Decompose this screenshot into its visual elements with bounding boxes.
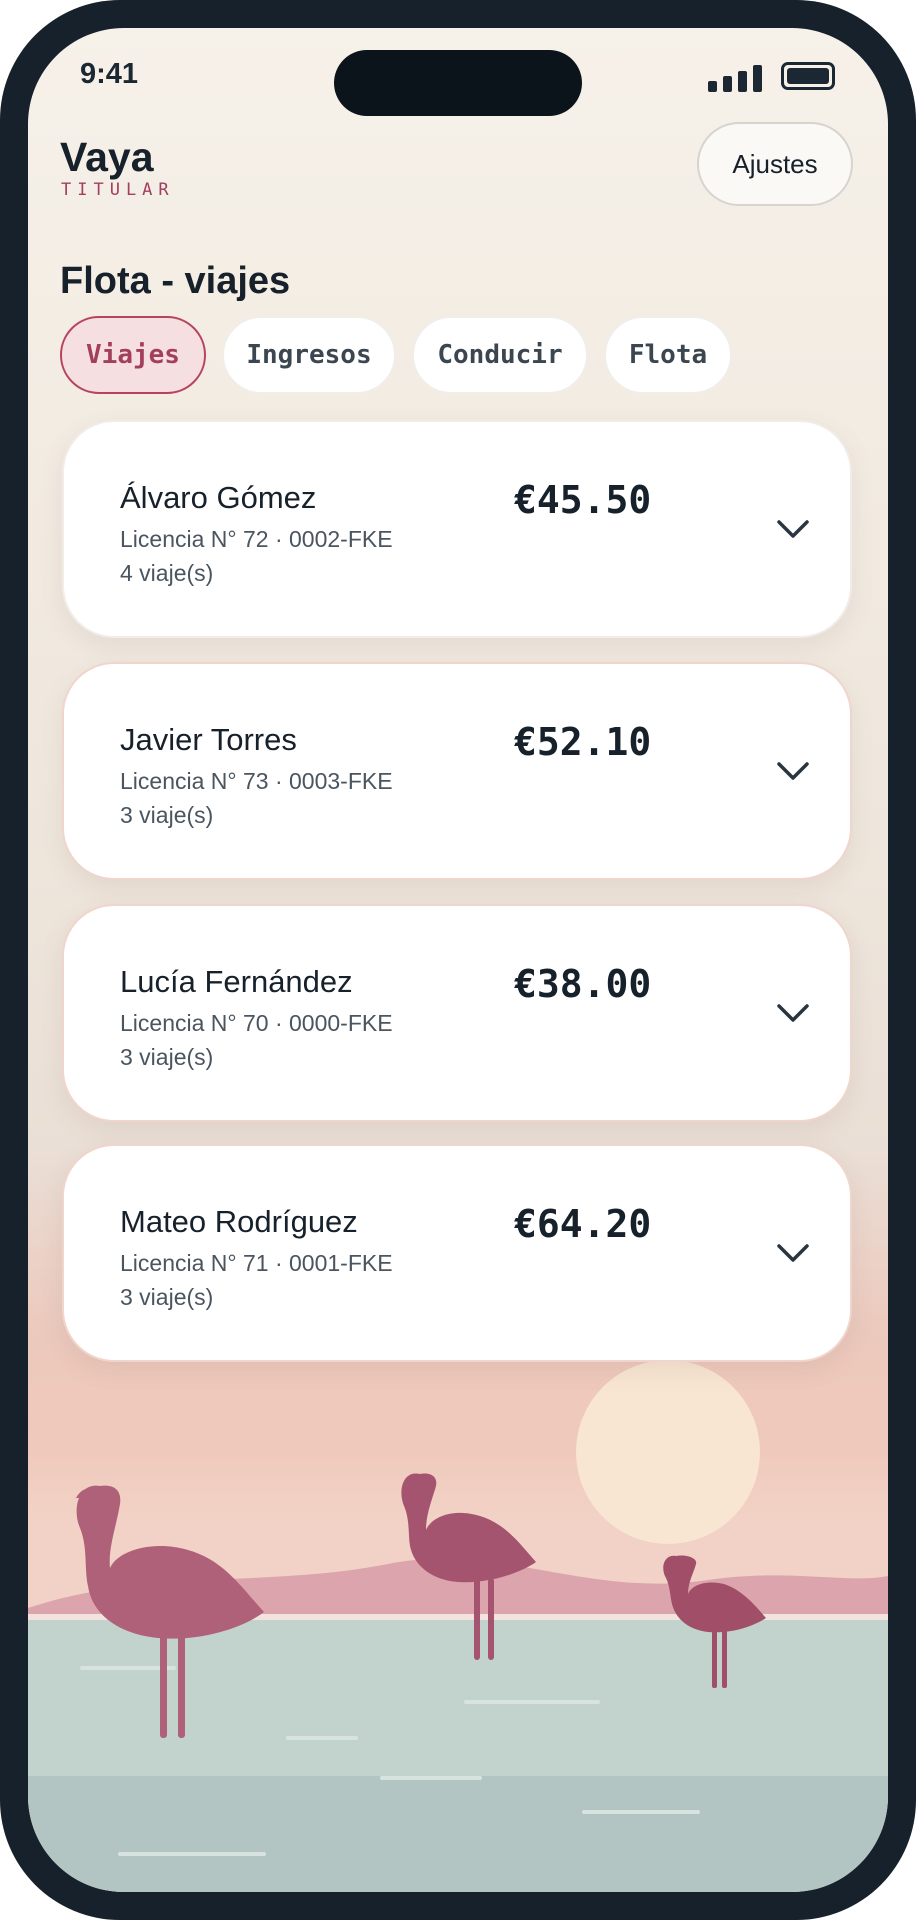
driver-trips: 3 viaje(s): [120, 1044, 214, 1070]
dynamic-island: [334, 50, 582, 116]
chevron-down-icon[interactable]: [776, 518, 810, 540]
tab-flota[interactable]: Flota: [604, 316, 732, 394]
driver-card[interactable]: Lucía Fernández Licencia N° 70 · 0000-FK…: [62, 904, 852, 1122]
driver-name: Álvaro Gómez: [120, 480, 317, 515]
driver-license: Licencia N° 70 · 0000-FKE: [120, 1010, 393, 1036]
tab-ingresos[interactable]: Ingresos: [222, 316, 396, 394]
driver-license: Licencia N° 71 · 0001-FKE: [120, 1250, 393, 1276]
driver-amount: €64.20: [514, 1202, 652, 1246]
driver-amount: €45.50: [514, 478, 652, 522]
tab-viajes[interactable]: Viajes: [60, 316, 206, 394]
driver-license: Licencia N° 73 · 0003-FKE: [120, 768, 393, 794]
driver-name: Mateo Rodríguez: [120, 1204, 358, 1239]
page-title: Flota - viajes: [60, 260, 291, 302]
driver-amount: €52.10: [514, 720, 652, 764]
driver-name: Javier Torres: [120, 722, 297, 757]
driver-license: Licencia N° 72 · 0002-FKE: [120, 526, 393, 552]
phone-frame: 9:41 Vaya TITULAR Ajustes Flota - viajes…: [0, 0, 916, 1920]
status-time: 9:41: [80, 58, 139, 90]
app-brand: Vaya: [60, 134, 154, 180]
app-screen: 9:41 Vaya TITULAR Ajustes Flota - viajes…: [28, 28, 888, 1892]
driver-name: Lucía Fernández: [120, 964, 353, 999]
battery-icon: [781, 62, 835, 90]
chevron-down-icon[interactable]: [776, 1242, 810, 1264]
driver-card[interactable]: Álvaro Gómez Licencia N° 72 · 0002-FKE 4…: [62, 420, 852, 638]
driver-card[interactable]: Mateo Rodríguez Licencia N° 71 · 0001-FK…: [62, 1144, 852, 1362]
driver-trips: 3 viaje(s): [120, 802, 214, 828]
tab-conducir[interactable]: Conducir: [412, 316, 588, 394]
driver-card[interactable]: Javier Torres Licencia N° 73 · 0003-FKE …: [62, 662, 852, 880]
settings-button[interactable]: Ajustes: [697, 122, 853, 206]
chevron-down-icon[interactable]: [776, 760, 810, 782]
user-role: TITULAR: [61, 180, 175, 200]
driver-trips: 4 viaje(s): [120, 560, 214, 586]
driver-trips: 3 viaje(s): [120, 1284, 214, 1310]
driver-amount: €38.00: [514, 962, 652, 1006]
signal-icon: [708, 64, 768, 92]
sun-icon: [576, 1360, 760, 1544]
chevron-down-icon[interactable]: [776, 1002, 810, 1024]
